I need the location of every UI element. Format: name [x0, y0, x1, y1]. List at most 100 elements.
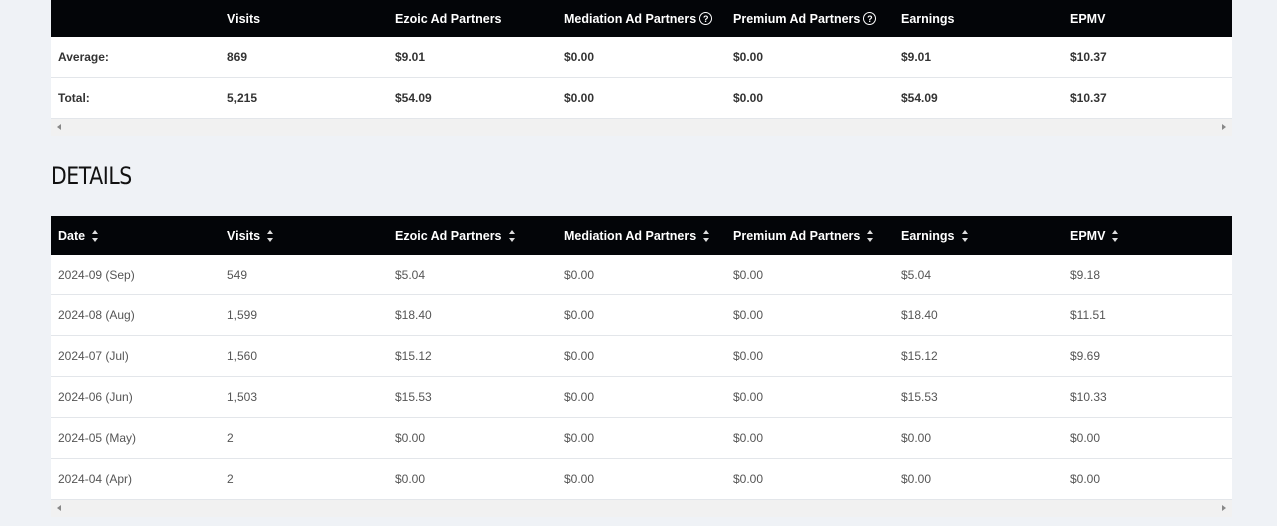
table-cell: $11.51: [1070, 308, 1106, 322]
details-col-label: Date: [58, 228, 86, 243]
table-cell: $0.00: [733, 308, 764, 322]
sort-icon[interactable]: [266, 228, 274, 244]
horizontal-scrollbar[interactable]: [51, 119, 1232, 136]
table-cell: $0.00: [564, 349, 595, 363]
table-cell: $10.33: [1070, 390, 1107, 404]
sort-icon[interactable]: [508, 228, 516, 244]
summary-col-label: Mediation Ad Partners: [564, 11, 697, 26]
help-icon[interactable]: ?: [699, 12, 713, 25]
table-cell: 2024-06 (Jun): [58, 390, 133, 404]
table-cell: $5.04: [901, 267, 932, 282]
table-row: 2024-07 (Jul) 1,560 $15.12 $0.00 $0.00 $…: [51, 336, 1232, 377]
scroll-right-icon[interactable]: [1222, 505, 1226, 511]
table-cell: $15.12: [901, 349, 938, 363]
details-col-label: EPMV: [1070, 228, 1106, 243]
table-cell: $0.00: [733, 91, 764, 105]
table-cell: $0.00: [564, 472, 595, 486]
table-cell: $0.00: [733, 390, 764, 404]
table-row: 2024-06 (Jun) 1,503 $15.53 $0.00 $0.00 $…: [51, 377, 1232, 418]
table-cell: 2: [227, 472, 234, 486]
table-cell: $0.00: [901, 472, 932, 486]
table-cell: 1,503: [227, 390, 258, 404]
summary-row-total: Total: 5,215 $54.09 $0.00 $0.00 $54.09 $…: [51, 78, 1232, 119]
table-cell: $0.00: [733, 267, 764, 282]
sort-header-ezoic[interactable]: Ezoic Ad Partners: [395, 216, 516, 255]
table-cell: $0.00: [1070, 431, 1101, 445]
table-cell: $0.00: [733, 431, 764, 445]
table-cell: $10.37: [1070, 91, 1107, 105]
sort-icon[interactable]: [1111, 228, 1119, 244]
table-cell: $9.18: [1070, 267, 1101, 282]
sort-header-date[interactable]: Date: [58, 216, 99, 255]
table-cell: Average:: [58, 50, 109, 64]
table-cell: $9.01: [901, 50, 932, 64]
details-header-row: Date Visits Ezoic Ad Partners Mediation …: [51, 216, 1232, 255]
table-cell: 2024-04 (Apr): [58, 472, 133, 486]
table-row: 2024-04 (Apr) 2 $0.00 $0.00 $0.00 $0.00 …: [51, 459, 1232, 500]
table-cell: 1,560: [227, 349, 258, 363]
sort-icon[interactable]: [91, 228, 99, 244]
details-col-label: Visits: [227, 228, 261, 243]
table-cell: $0.00: [564, 431, 595, 445]
table-cell: $9.01: [395, 50, 426, 64]
summary-col-label: Ezoic Ad Partners: [395, 11, 502, 26]
table-cell: $18.40: [395, 308, 432, 322]
table-cell: $0.00: [564, 91, 595, 105]
horizontal-scrollbar[interactable]: [51, 500, 1232, 517]
details-col-label: Ezoic Ad Partners: [395, 228, 502, 243]
sort-header-earnings[interactable]: Earnings: [901, 216, 969, 255]
scroll-left-icon[interactable]: [57, 505, 61, 511]
table-cell: $15.53: [395, 390, 432, 404]
section-title: DETAILS: [51, 162, 132, 190]
summary-col-ezoic: Ezoic Ad Partners: [395, 0, 502, 37]
summary-table: Visits Ezoic Ad Partners Mediation Ad Pa…: [51, 0, 1232, 136]
summary-col-premium: Premium Ad Partners?: [733, 0, 877, 37]
summary-col-visits: Visits: [227, 0, 260, 37]
details-col-label: Premium Ad Partners: [733, 228, 861, 243]
table-row: 2024-05 (May) 2 $0.00 $0.00 $0.00 $0.00 …: [51, 418, 1232, 459]
table-cell: $5.04: [395, 267, 426, 282]
summary-col-label: Premium Ad Partners: [733, 11, 861, 26]
sort-icon[interactable]: [702, 228, 710, 244]
scroll-left-icon[interactable]: [57, 124, 61, 130]
table-cell: 5,215: [227, 91, 258, 105]
sort-icon[interactable]: [961, 228, 969, 244]
table-cell: $0.00: [733, 349, 764, 363]
table-cell: Total:: [58, 91, 90, 105]
table-cell: 2024-07 (Jul): [58, 349, 129, 363]
table-cell: $0.00: [395, 431, 426, 445]
table-cell: 2: [227, 431, 234, 445]
table-cell: $0.00: [1070, 472, 1101, 486]
summary-col-label: Visits: [227, 11, 261, 26]
help-icon[interactable]: ?: [863, 12, 877, 25]
details-col-label: Earnings: [901, 228, 955, 243]
table-cell: $18.40: [901, 308, 938, 322]
sort-header-visits[interactable]: Visits: [227, 216, 274, 255]
table-cell: 2024-09 (Sep): [58, 267, 135, 282]
summary-col-label: Earnings: [901, 11, 955, 26]
table-cell: $0.00: [564, 267, 595, 282]
table-cell: $0.00: [901, 431, 932, 445]
details-col-label: Mediation Ad Partners: [564, 228, 697, 243]
table-row: 2024-08 (Aug) 1,599 $18.40 $0.00 $0.00 $…: [51, 295, 1232, 336]
table-cell: 869: [227, 50, 248, 64]
sort-header-epmv[interactable]: EPMV: [1070, 216, 1119, 255]
table-cell: $0.00: [564, 308, 595, 322]
table-cell: $0.00: [733, 50, 764, 64]
table-cell: 1,599: [227, 308, 258, 322]
details-table: Date Visits Ezoic Ad Partners Mediation …: [51, 216, 1232, 517]
sort-header-premium[interactable]: Premium Ad Partners: [733, 216, 874, 255]
table-cell: $10.37: [1070, 50, 1107, 64]
table-cell: 549: [227, 267, 248, 282]
table-cell: $0.00: [564, 50, 595, 64]
summary-col-label: EPMV: [1070, 11, 1106, 26]
summary-col-mediation: Mediation Ad Partners?: [564, 0, 713, 37]
table-cell: 2024-05 (May): [58, 431, 137, 445]
summary-header-row: Visits Ezoic Ad Partners Mediation Ad Pa…: [51, 0, 1232, 37]
sort-header-mediation[interactable]: Mediation Ad Partners: [564, 216, 710, 255]
sort-icon[interactable]: [866, 228, 874, 244]
scroll-right-icon[interactable]: [1222, 124, 1226, 130]
table-cell: $15.12: [395, 349, 432, 363]
table-cell: $15.53: [901, 390, 938, 404]
table-cell: 2024-08 (Aug): [58, 308, 135, 322]
